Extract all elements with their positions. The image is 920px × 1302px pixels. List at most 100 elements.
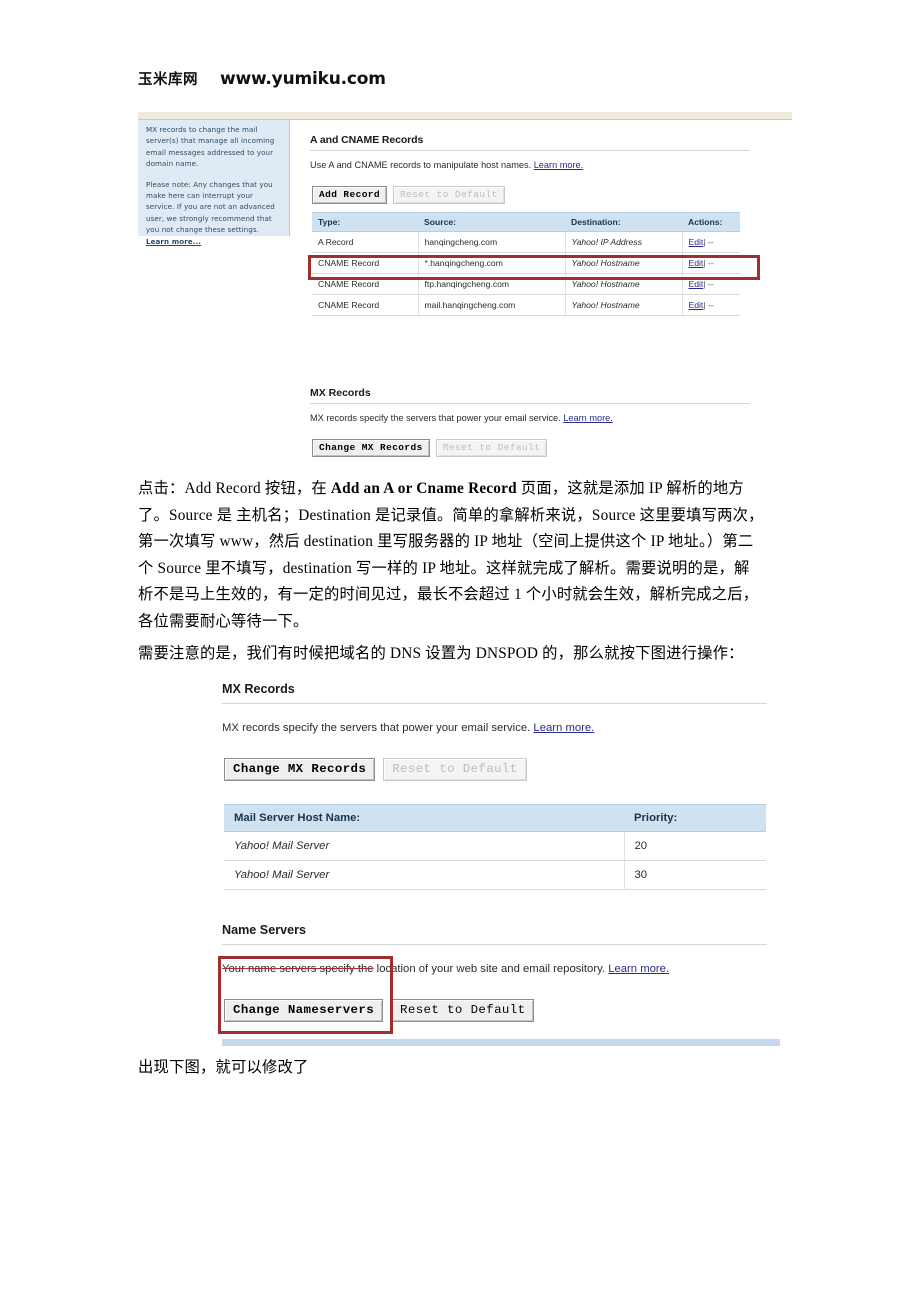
reset-to-default-button-nameservers[interactable]: Reset to Default [391, 999, 535, 1022]
table-row: CNAME Record mail.hanqingcheng.com Yahoo… [312, 294, 740, 316]
mx-records-section-shot1: MX Records MX records specify the server… [310, 387, 750, 457]
change-nameservers-button[interactable]: Change Nameservers [224, 999, 384, 1022]
reset-to-default-button-mx-shot1: Reset to Default [435, 439, 548, 457]
paragraph-1-line-2: 了。Source 是 主机名；Destination 是记录值。简单的拿解析来说… [138, 506, 764, 524]
name-servers-description: Your name servers specify the location o… [222, 963, 669, 975]
document-page: 玉米库网 www.yumiku.com MX records to change… [0, 0, 920, 1302]
name-servers-section-title: Name Servers [222, 923, 307, 937]
reset-to-default-button-mx-shot2: Reset to Default [383, 758, 527, 781]
sidebar-note-learn-more-link[interactable]: Learn more... [146, 237, 201, 246]
paragraph-1-line-6: 各位需要耐心等待一下。 [138, 612, 309, 630]
paragraph-3-line-1: 出现下图，就可以修改了 [138, 1059, 309, 1076]
action-separator: | -- [703, 300, 714, 310]
mx-description-text-shot2: MX records specify the servers that powe… [222, 722, 531, 734]
cell-mail-server-host-name: Yahoo! Mail Server [224, 860, 625, 890]
a-cname-learn-more-link[interactable]: Learn more. [534, 160, 584, 170]
column-header-destination: Destination: [565, 212, 682, 232]
a-cname-section-description: Use A and CNAME records to manipulate ho… [310, 160, 583, 170]
cell-type: CNAME Record [312, 252, 419, 274]
mx-button-row-shot1: Change MX Records Reset to Default [312, 439, 548, 457]
body-paragraph-2: 需要注意的是，我们有时候把域名的 DNS 设置为 DNSPOD 的，那么就按下图… [138, 641, 798, 668]
cell-destination: Yahoo! Hostname [565, 273, 683, 295]
name-servers-button-row: Change Nameservers Reset to Default [224, 999, 535, 1022]
cell-destination: Yahoo! Hostname [565, 294, 683, 316]
mx-learn-more-link-shot2[interactable]: Learn more. [533, 722, 594, 734]
cell-priority: 20 [624, 831, 766, 861]
column-header-source: Source: [418, 212, 565, 232]
cell-destination: Yahoo! Hostname [565, 252, 683, 274]
table-row: Yahoo! Mail Server 30 [224, 860, 766, 890]
change-mx-records-button-shot2[interactable]: Change MX Records [224, 758, 376, 781]
mx-section-title-shot2: MX Records [222, 682, 295, 696]
table-row: Yahoo! Mail Server 20 [224, 831, 766, 861]
mx-title-rule-shot2 [222, 703, 767, 704]
paragraph-1-line-1: 点击：Add Record 按钮，在 Add an A or Cname Rec… [138, 476, 798, 503]
cell-actions: Edit| -- [682, 273, 740, 295]
action-separator: | -- [703, 279, 714, 289]
mx-learn-more-link-shot1[interactable]: Learn more. [563, 413, 613, 423]
paragraph-1-line-1-bold: Add an A or Cname Record [330, 480, 517, 497]
sidebar-note-paragraph-2: Please note: Any changes that you make h… [146, 179, 281, 247]
a-cname-title-rule [310, 150, 750, 151]
edit-link[interactable]: Edit [689, 279, 704, 289]
edit-link[interactable]: Edit [689, 258, 704, 268]
cell-actions: Edit| -- [682, 252, 740, 274]
mail-server-table: Mail Server Host Name: Priority: Yahoo! … [224, 804, 766, 890]
screenshot-mx-and-nameservers: MX Records MX records specify the server… [210, 676, 780, 1048]
table-row: CNAME Record ftp.hanqingcheng.com Yahoo!… [312, 273, 740, 295]
column-header-type: Type: [312, 212, 418, 232]
paragraph-1-line-3: 第一次填写 www，然后 destination 里写服务器的 IP 地址（空间… [138, 533, 754, 550]
cell-destination: Yahoo! IP Address [565, 231, 683, 253]
cell-priority: 30 [624, 860, 766, 890]
cell-type: CNAME Record [312, 273, 419, 295]
site-brand-cn: 玉米库网 [138, 72, 198, 88]
table-header-row: Type: Source: Destination: Actions: [312, 212, 740, 232]
sidebar-note-paragraph-1: MX records to change the mail server(s) … [146, 125, 275, 169]
table-row: CNAME Record *.hanqingcheng.com Yahoo! H… [312, 252, 740, 274]
a-cname-section-title: A and CNAME Records [310, 134, 424, 146]
cell-type: CNAME Record [312, 294, 419, 316]
body-paragraph-3: 出现下图，就可以修改了 [138, 1055, 798, 1082]
cell-source: hanqingcheng.com [418, 231, 566, 253]
paragraph-1-line-5: 析不是马上生效的，有一定的时间见过，最长不会超过 1 个小时就会生效，解析完成之… [138, 586, 759, 603]
screenshot2-bottom-band [222, 1039, 780, 1046]
mx-section-title-shot1: MX Records [310, 387, 371, 399]
paragraph-1-line-1-part-a: 点击：Add Record 按钮，在 [138, 480, 331, 497]
change-mx-records-button-shot1[interactable]: Change MX Records [312, 439, 430, 457]
paragraph-2-line-1: 需要注意的是，我们有时候把域名的 DNS 设置为 DNSPOD 的，那么就按下图… [138, 645, 744, 662]
mx-button-row-shot2: Change MX Records Reset to Default [224, 758, 527, 781]
a-cname-records-section: A and CNAME Records Use A and CNAME reco… [310, 134, 750, 457]
add-record-button[interactable]: Add Record [312, 186, 388, 204]
mx-records-section-shot2: MX Records MX records specify the server… [222, 682, 767, 890]
action-separator: | -- [703, 237, 714, 247]
paragraph-1-line-4: 个 Source 里不填写，destination 写一样的 IP 地址。这样就… [138, 559, 750, 577]
cell-actions: Edit| -- [682, 294, 740, 316]
mail-server-table-wrap: Mail Server Host Name: Priority: Yahoo! … [224, 804, 766, 890]
edit-link[interactable]: Edit [689, 237, 704, 247]
reset-to-default-button: Reset to Default [393, 186, 505, 204]
mx-title-rule-shot1 [310, 403, 750, 404]
name-servers-learn-more-link[interactable]: Learn more. [608, 963, 669, 975]
name-servers-title-rule [222, 944, 767, 945]
cell-mail-server-host-name: Yahoo! Mail Server [224, 831, 625, 861]
paragraph-1-line-1-part-c: 页面，这就是添加 IP 解析的地方 [516, 480, 744, 497]
cell-source: ftp.hanqingcheng.com [418, 273, 566, 295]
name-servers-description-struck: Your name servers specify the [222, 963, 374, 975]
name-servers-description-rest: location of your web site and email repo… [373, 963, 606, 975]
site-url: www.yumiku.com [220, 69, 386, 89]
table-row: A Record hanqingcheng.com Yahoo! IP Addr… [312, 231, 740, 253]
a-cname-records-table-wrap: Type: Source: Destination: Actions: A Re… [312, 212, 740, 316]
mx-description-text-shot1: MX records specify the servers that powe… [310, 413, 561, 423]
cell-source: *.hanqingcheng.com [418, 252, 566, 274]
cell-actions: Edit| -- [682, 231, 740, 253]
screenshot1-top-band [138, 112, 792, 120]
column-header-mail-server-host-name: Mail Server Host Name: [224, 804, 624, 832]
a-cname-description-text: Use A and CNAME records to manipulate ho… [310, 160, 532, 170]
a-cname-records-table: Type: Source: Destination: Actions: A Re… [312, 212, 740, 316]
body-paragraph-1: 点击：Add Record 按钮，在 Add an A or Cname Rec… [138, 476, 798, 635]
page-header: 玉米库网 www.yumiku.com [138, 68, 386, 89]
edit-link[interactable]: Edit [689, 300, 704, 310]
table-header-row: Mail Server Host Name: Priority: [224, 804, 766, 832]
mx-section-description-shot1: MX records specify the servers that powe… [310, 413, 613, 423]
action-separator: | -- [703, 258, 714, 268]
